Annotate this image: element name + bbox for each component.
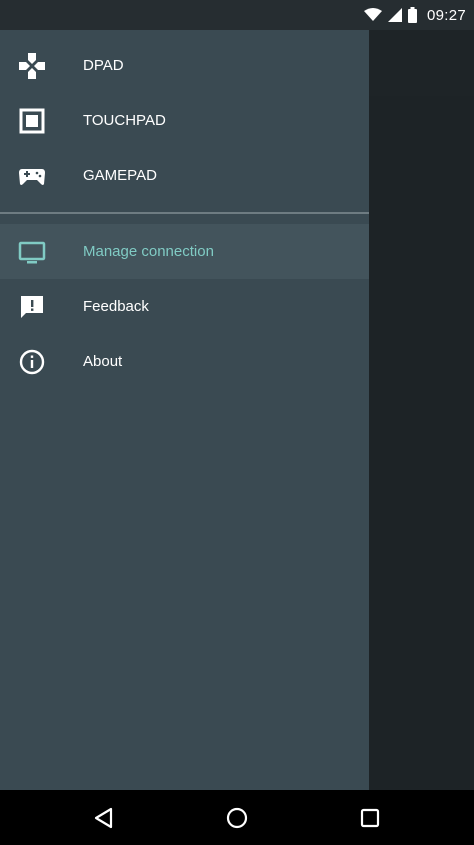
drawer-divider: [0, 212, 369, 214]
gamepad-icon: [18, 162, 46, 190]
battery-icon: [407, 7, 417, 23]
drawer-item-feedback[interactable]: Feedback: [0, 279, 369, 334]
signal-icon: [387, 8, 402, 22]
system-navigation-bar: [0, 790, 474, 845]
drawer-item-label: Feedback: [83, 298, 149, 315]
app-toolbar: [369, 30, 474, 96]
drawer-item-dpad[interactable]: DPAD: [0, 38, 369, 93]
drawer-item-label: Manage connection: [83, 243, 214, 260]
home-icon[interactable]: [222, 803, 252, 833]
drawer-item-about[interactable]: About: [0, 334, 369, 389]
navigation-drawer: DPAD TOUCHPAD GAMEPAD Manage connection …: [0, 30, 369, 790]
drawer-item-manage-connection[interactable]: Manage connection: [0, 224, 369, 279]
touchpad-icon: [18, 107, 46, 135]
wifi-icon: [363, 8, 382, 22]
info-icon: [18, 348, 46, 376]
drawer-item-touchpad[interactable]: TOUCHPAD: [0, 93, 369, 148]
drawer-item-label: About: [83, 353, 123, 370]
recents-icon[interactable]: [355, 803, 385, 833]
dpad-icon: [18, 52, 46, 80]
back-icon[interactable]: [89, 803, 119, 833]
drawer-item-label: DPAD: [83, 57, 124, 74]
drawer-item-label: TOUCHPAD: [83, 112, 166, 129]
status-bar: 09:27: [0, 0, 474, 30]
app-content-scrim[interactable]: [369, 96, 474, 790]
status-time: 09:27: [426, 6, 466, 24]
tv-icon: [18, 238, 46, 266]
drawer-item-label: GAMEPAD: [83, 167, 157, 184]
drawer-item-gamepad[interactable]: GAMEPAD: [0, 148, 369, 203]
feedback-icon: [18, 293, 46, 321]
